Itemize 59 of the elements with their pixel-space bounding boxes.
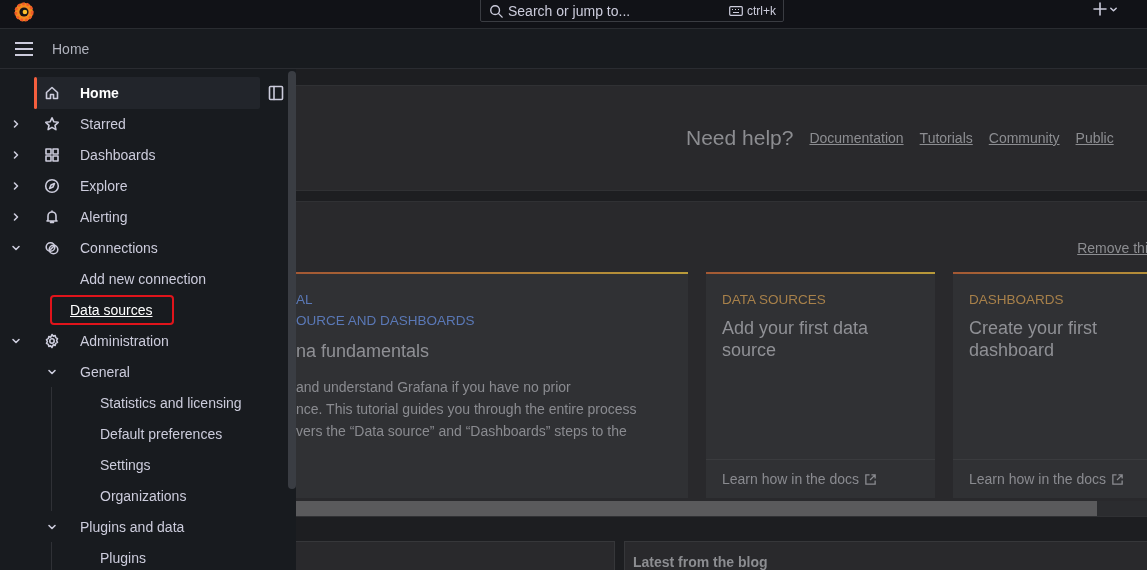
search-field[interactable]: Search or jump to... ctrl+k: [480, 0, 784, 22]
help-link[interactable]: Public: [1075, 130, 1114, 146]
nav-item[interactable]: Dashboards: [36, 138, 260, 171]
external-link-icon: [1111, 472, 1124, 486]
caret-icon: [1109, 4, 1118, 14]
nav-item[interactable]: Administration: [36, 324, 260, 357]
shortcut-hint: ctrl+k: [747, 3, 776, 18]
docs-link[interactable]: Learn how in the docs: [722, 471, 859, 487]
nav-item[interactable]: Alerting: [36, 200, 260, 233]
breadcrumb-item: Home: [52, 40, 90, 57]
connections-icon: [44, 239, 60, 256]
nav-item[interactable]: Data sources: [52, 296, 173, 323]
help-link[interactable]: Community: [988, 130, 1060, 146]
docs-link[interactable]: Learn how in the docs: [969, 471, 1106, 487]
card-title: Add your first data source: [722, 317, 870, 361]
plus-icon: [1093, 2, 1107, 16]
nav-item[interactable]: Add new connection: [70, 262, 207, 295]
menu-icon[interactable]: [14, 41, 34, 56]
grid-icon: [44, 146, 60, 163]
help-heading: Need help?: [686, 126, 794, 150]
chevron-right-icon: [11, 149, 21, 160]
compass-icon: [44, 177, 60, 194]
external-link-icon: [864, 472, 877, 486]
help-link[interactable]: Tutorials: [919, 130, 973, 146]
help-link[interactable]: Documentation: [809, 130, 904, 146]
card-category: DASHBOARDS: [969, 292, 1065, 307]
nav-item[interactable]: Connections: [36, 231, 260, 264]
card-title: Create your first dashboard: [969, 317, 1099, 361]
nav-item[interactable]: Statistics and licensing: [52, 386, 242, 419]
bell-icon: [44, 208, 60, 225]
chevron-right-icon: [11, 118, 21, 129]
nav-item[interactable]: Plugins: [52, 541, 146, 570]
scrollbar[interactable]: [288, 71, 296, 489]
card-category: OURCE AND DASHBOARDS: [296, 313, 476, 328]
logo-icon[interactable]: [13, 1, 35, 23]
nav-item[interactable]: General: [70, 355, 130, 388]
card-category: AL: [296, 292, 314, 307]
blog-heading: Latest from the blog: [633, 554, 768, 570]
keyboard-icon: [729, 5, 743, 16]
new-button[interactable]: [1093, 2, 1118, 16]
card-description: and understand Grafana if you have no prior nce. This tutorial guides you through the entire process vers the “Data source” and “Dashboards” steps to the: [296, 378, 638, 441]
gear-icon: [44, 332, 60, 349]
dock-icon[interactable]: [268, 85, 284, 101]
chevron-right-icon: [11, 180, 21, 191]
nav-item[interactable]: Starred: [36, 107, 260, 140]
star-icon: [44, 115, 60, 132]
home-icon: [44, 84, 60, 101]
remove-link[interactable]: Remove thi: [1077, 240, 1147, 256]
chevron-right-icon: [11, 211, 21, 222]
nav-item[interactable]: Home: [36, 76, 260, 109]
card-category: DATA SOURCES: [722, 292, 827, 307]
nav-item[interactable]: Settings: [52, 448, 151, 481]
nav-item[interactable]: Default preferences: [52, 417, 223, 450]
nav-item[interactable]: Explore: [36, 169, 260, 202]
search-input[interactable]: Search or jump to...: [508, 2, 729, 19]
nav-item[interactable]: Plugins and data: [70, 510, 185, 543]
card-title: na fundamentals: [296, 340, 431, 362]
nav-item[interactable]: Organizations: [52, 479, 187, 512]
search-icon: [489, 3, 503, 18]
